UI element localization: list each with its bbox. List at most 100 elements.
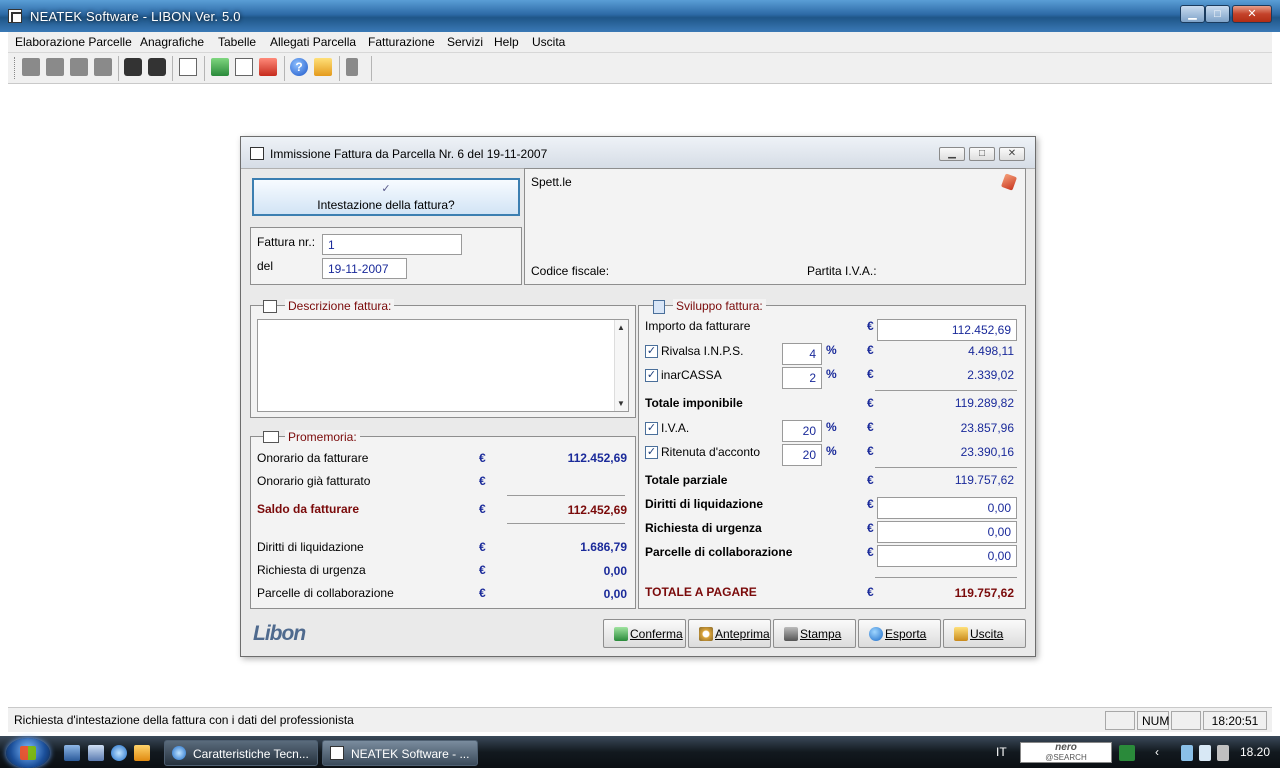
fattura-dialog: Immissione Fattura da Parcella Nr. 6 del… — [240, 136, 1036, 657]
users-icon[interactable] — [124, 58, 142, 76]
window-icon[interactable] — [179, 58, 197, 76]
taskbar-item-caratteristiche[interactable]: Caratteristiche Tecn... — [164, 740, 318, 766]
inarcassa-checkbox[interactable]: ✓ — [645, 369, 658, 382]
printer-icon[interactable] — [211, 58, 229, 76]
tray-device-icon[interactable] — [1199, 745, 1211, 761]
eraser-icon[interactable] — [94, 58, 112, 76]
scroll-up-icon[interactable]: ▲ — [617, 323, 625, 332]
nero-search-label: @SEARCH — [1045, 753, 1087, 762]
volume-icon[interactable] — [1217, 745, 1229, 761]
ritenuta-percent-input[interactable]: 20 — [782, 444, 822, 466]
menu-bar: Elaborazione Parcelle Anagrafiche Tabell… — [8, 32, 1272, 53]
task-label: Caratteristiche Tecn... — [193, 747, 309, 761]
inarcassa-value: 2.339,02 — [967, 368, 1014, 382]
check-list-icon[interactable] — [70, 58, 88, 76]
dialog-close-button[interactable]: ✕ — [999, 147, 1025, 161]
richiesta-urgenza-label: Richiesta di urgenza — [257, 563, 366, 577]
menu-servizi[interactable]: Servizi — [447, 35, 483, 49]
document-icon[interactable] — [235, 58, 253, 76]
currency-symbol: € — [867, 319, 874, 333]
menu-anagrafiche[interactable]: Anagrafiche — [140, 35, 204, 49]
urgenza-input[interactable]: 0,00 — [877, 521, 1017, 543]
confirm-icon — [614, 627, 628, 641]
rivalsa-percent-input[interactable]: 4 — [782, 343, 822, 365]
scroll-down-icon[interactable]: ▼ — [617, 399, 625, 408]
check-icon[interactable] — [46, 58, 64, 76]
close-button[interactable]: ✕ — [1232, 5, 1272, 23]
rivalsa-label: Rivalsa I.N.P.S. — [661, 344, 744, 358]
spettle-label: Spett.le — [531, 175, 572, 189]
dialog-maximize-button[interactable]: □ — [969, 147, 995, 161]
minimize-button[interactable]: ▁ — [1180, 5, 1205, 23]
intestazione-button[interactable]: ✓ Intestazione della fattura? — [252, 178, 520, 216]
nero-logo: nero — [1055, 742, 1077, 753]
media-player-icon[interactable] — [134, 745, 150, 761]
add-document-icon[interactable] — [259, 58, 277, 76]
toolbar-separator — [371, 56, 372, 81]
dialog-minimize-button[interactable]: ▁ — [939, 147, 965, 161]
uscita-label: Uscita — [970, 627, 1004, 641]
del-date-input[interactable]: 19-11-2007 — [322, 258, 407, 279]
menu-tabelle[interactable]: Tabelle — [218, 35, 256, 49]
menu-uscita[interactable]: Uscita — [532, 35, 565, 49]
status-time: 18:20:51 — [1203, 711, 1267, 730]
exit-door-icon[interactable] — [346, 58, 358, 76]
divider — [875, 577, 1017, 578]
tray-expand-icon[interactable]: ‹ — [1155, 745, 1159, 759]
maximize-button[interactable]: □ — [1205, 5, 1230, 23]
totale-pagare-label: TOTALE A PAGARE — [645, 585, 757, 599]
document-icon — [263, 300, 277, 313]
menu-allegati-parcella[interactable]: Allegati Parcella — [270, 35, 356, 49]
parcelle-collaborazione-label: Parcelle di collaborazione — [257, 586, 394, 600]
internet-explorer-icon[interactable] — [111, 745, 127, 761]
show-desktop-icon[interactable] — [64, 745, 80, 761]
descrizione-textarea[interactable]: ▲ ▼ — [257, 319, 629, 412]
anteprima-button[interactable]: Anteprima — [688, 619, 771, 648]
onorario-gia-fatturato-label: Onorario già fatturato — [257, 474, 371, 488]
conferma-button[interactable]: Conferma — [603, 619, 686, 648]
switch-windows-icon[interactable] — [88, 745, 104, 761]
address-book-icon[interactable] — [1000, 173, 1018, 191]
language-indicator[interactable]: IT — [996, 745, 1007, 759]
inarcassa-label: inarCASSA — [661, 368, 722, 382]
iva-percent-input[interactable]: 20 — [782, 420, 822, 442]
stampa-button[interactable]: Stampa — [773, 619, 856, 648]
currency-symbol: € — [479, 586, 486, 600]
menu-help[interactable]: Help — [494, 35, 519, 49]
calculator-icon[interactable] — [148, 58, 166, 76]
uscita-button[interactable]: Uscita — [943, 619, 1026, 648]
fattura-nr-input[interactable]: 1 — [322, 234, 462, 255]
nero-search-box[interactable]: nero @SEARCH — [1020, 742, 1112, 763]
toolbar-grip[interactable] — [14, 57, 17, 79]
collaborazione-input[interactable]: 0,00 — [877, 545, 1017, 567]
esporta-button[interactable]: Esporta — [858, 619, 941, 648]
magnifier-icon — [699, 627, 713, 641]
edit-icon[interactable] — [22, 58, 40, 76]
importo-input[interactable]: 112.452,69 — [877, 319, 1017, 341]
descrizione-scrollbar[interactable]: ▲ ▼ — [614, 320, 628, 411]
onorario-da-fatturare-label: Onorario da fatturare — [257, 451, 369, 465]
go-arrow-icon[interactable] — [1119, 745, 1135, 761]
diritti-label: Diritti di liquidazione — [645, 497, 763, 511]
taskbar-item-neatek[interactable]: NEATEK Software - ... — [322, 740, 478, 766]
tray-network-icon[interactable] — [1181, 745, 1193, 761]
toolbar-separator — [284, 56, 285, 81]
totale-imponibile-label: Totale imponibile — [645, 396, 743, 410]
menu-fatturazione[interactable]: Fatturazione — [368, 35, 435, 49]
iva-checkbox[interactable]: ✓ — [645, 422, 658, 435]
sviluppo-panel: Sviluppo fattura: Importo da fatturare €… — [638, 299, 1026, 609]
help-icon[interactable]: ? — [290, 58, 308, 76]
ritenuta-checkbox[interactable]: ✓ — [645, 446, 658, 459]
diritti-input[interactable]: 0,00 — [877, 497, 1017, 519]
start-button[interactable] — [6, 738, 50, 768]
rivalsa-checkbox[interactable]: ✓ — [645, 345, 658, 358]
totale-parziale-label: Totale parziale — [645, 473, 728, 487]
folder-icon[interactable] — [314, 58, 332, 76]
parcelle-collaborazione-value: 0,00 — [603, 587, 627, 601]
printer-icon — [784, 627, 798, 641]
menu-elaborazione-parcelle[interactable]: Elaborazione Parcelle — [15, 35, 132, 49]
taskbar-clock[interactable]: 18.20 — [1240, 745, 1270, 759]
inarcassa-percent-input[interactable]: 2 — [782, 367, 822, 389]
currency-symbol: € — [479, 451, 486, 465]
saldo-da-fatturare-value: 112.452,69 — [567, 503, 627, 517]
